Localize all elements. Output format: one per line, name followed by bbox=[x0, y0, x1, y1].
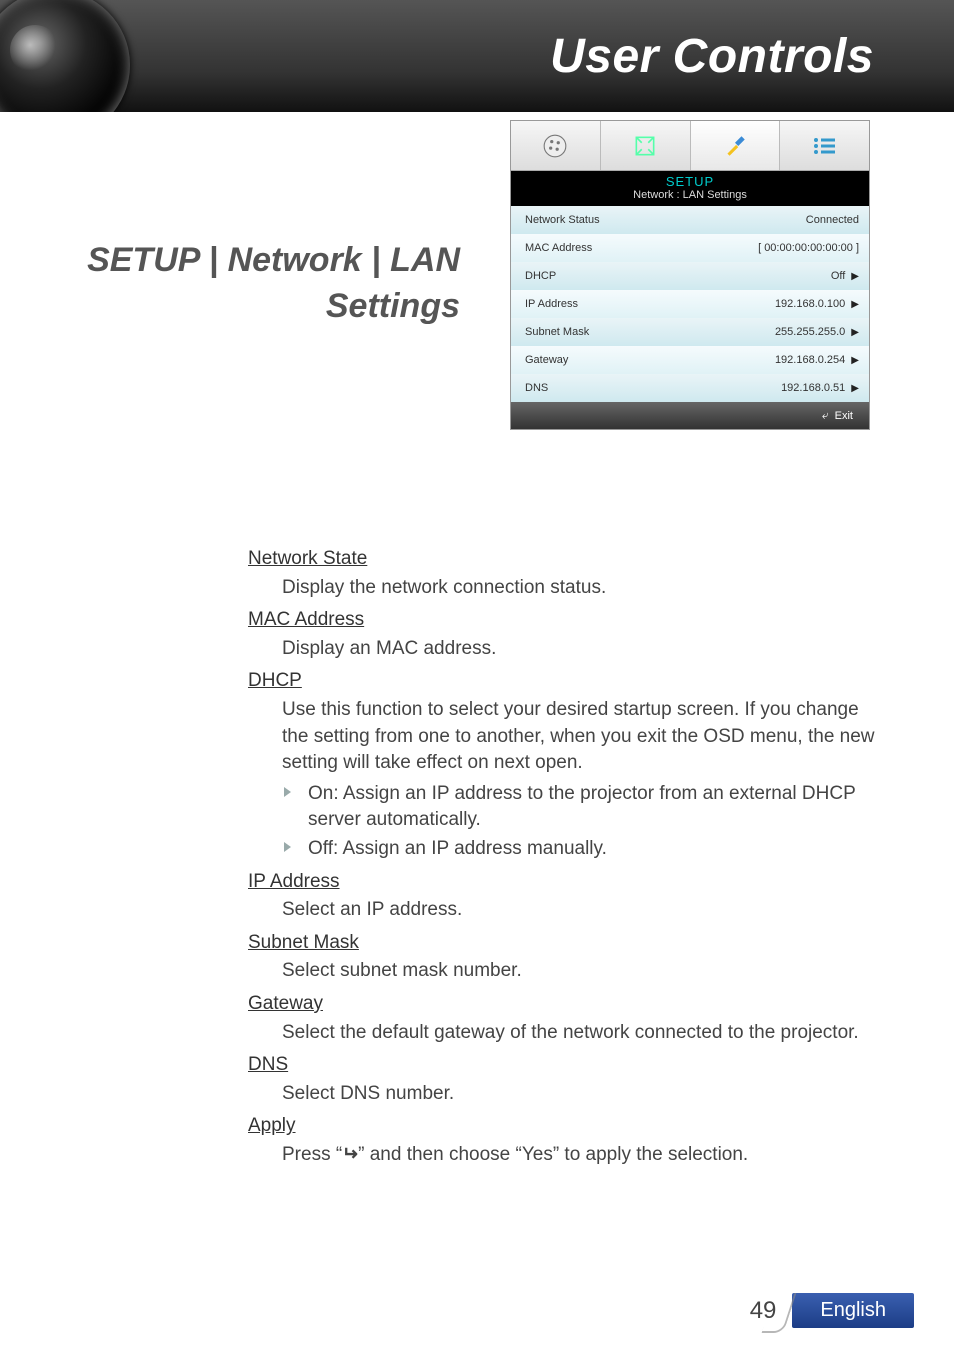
osd-row-label: Subnet Mask bbox=[525, 326, 589, 338]
osd-row-label: IP Address bbox=[525, 298, 578, 310]
osd-footer: ⤶ Exit bbox=[511, 402, 869, 429]
osd-row-label: DNS bbox=[525, 382, 548, 394]
osd-row-value: 192.168.0.51▶ bbox=[781, 382, 859, 394]
page-number: 49 bbox=[750, 1297, 783, 1325]
body-paragraph: Display an MAC address. bbox=[282, 636, 888, 663]
page-header: User Controls bbox=[0, 0, 954, 112]
osd-subtitle: Network : LAN Settings bbox=[511, 189, 869, 201]
osd-exit-label[interactable]: Exit bbox=[835, 410, 853, 422]
chevron-right-icon: ▶ bbox=[851, 299, 859, 310]
osd-title-bar: SETUP Network : LAN Settings bbox=[511, 171, 869, 206]
osd-row-label: Network Status bbox=[525, 214, 600, 226]
body-heading: MAC Address bbox=[248, 607, 888, 634]
osd-row: MAC Address [ 00:00:00:00:00:00 ] bbox=[511, 234, 869, 262]
expand-icon bbox=[630, 131, 660, 161]
body-heading: DHCP bbox=[248, 668, 888, 695]
osd-tab-setup[interactable] bbox=[691, 121, 781, 170]
body-paragraph: Select subnet mask number. bbox=[282, 958, 888, 985]
enter-icon: ↵ bbox=[342, 1142, 358, 1169]
osd-row[interactable]: Subnet Mask 255.255.255.0▶ bbox=[511, 318, 869, 346]
body-text: Network StateDisplay the network connect… bbox=[248, 540, 888, 1172]
osd-title: SETUP bbox=[511, 174, 869, 189]
osd-tab-picture[interactable] bbox=[511, 121, 601, 170]
body-heading: DNS bbox=[248, 1052, 888, 1079]
body-paragraph: Select DNS number. bbox=[282, 1081, 888, 1108]
header-title: User Controls bbox=[550, 29, 874, 84]
osd-tab-display[interactable] bbox=[601, 121, 691, 170]
chevron-right-icon: ▶ bbox=[851, 355, 859, 366]
body-list-item: Off: Assign an IP address manually. bbox=[282, 836, 888, 863]
body-heading: Gateway bbox=[248, 991, 888, 1018]
options-icon bbox=[810, 131, 840, 161]
body-paragraph: Display the network connection status. bbox=[282, 575, 888, 602]
osd-row-value: 192.168.0.100▶ bbox=[775, 298, 859, 310]
osd-row-label: Gateway bbox=[525, 354, 568, 366]
body-heading: Apply bbox=[248, 1113, 888, 1140]
osd-row-value: [ 00:00:00:00:00:00 ] bbox=[758, 242, 859, 254]
body-paragraph: Use this function to select your desired… bbox=[282, 697, 888, 777]
osd-row: Network Status Connected bbox=[511, 206, 869, 234]
chevron-right-icon: ▶ bbox=[851, 327, 859, 338]
section-heading: SETUP | Network | LAN Settings bbox=[0, 238, 460, 330]
osd-row[interactable]: DHCP Off▶ bbox=[511, 262, 869, 290]
osd-tab-options[interactable] bbox=[780, 121, 869, 170]
osd-row-value: Connected bbox=[806, 214, 859, 226]
body-paragraph: Select an IP address. bbox=[282, 897, 888, 924]
osd-rows: Network Status Connected MAC Address [ 00:0… bbox=[511, 206, 869, 402]
osd-row-label: MAC Address bbox=[525, 242, 592, 254]
body-paragraph: Select the default gateway of the networ… bbox=[282, 1020, 888, 1047]
body-paragraph: Press “↵” and then choose “Yes” to apply… bbox=[282, 1142, 888, 1169]
body-heading: IP Address bbox=[248, 869, 888, 896]
chevron-right-icon: ▶ bbox=[851, 271, 859, 282]
return-arrow-icon: ⤶ bbox=[822, 408, 829, 422]
osd-row-value: 192.168.0.254▶ bbox=[775, 354, 859, 366]
body-heading: Subnet Mask bbox=[248, 930, 888, 957]
osd-row-value: Off▶ bbox=[831, 270, 859, 282]
osd-row[interactable]: DNS 192.168.0.51▶ bbox=[511, 374, 869, 402]
osd-row[interactable]: Gateway 192.168.0.254▶ bbox=[511, 346, 869, 374]
chevron-right-icon: ▶ bbox=[851, 383, 859, 394]
osd-row-value: 255.255.255.0▶ bbox=[775, 326, 859, 338]
tools-icon bbox=[720, 131, 750, 161]
palette-icon bbox=[540, 131, 570, 161]
osd-row-label: DHCP bbox=[525, 270, 556, 282]
body-heading: Network State bbox=[248, 546, 888, 573]
lens-graphic bbox=[0, 0, 130, 112]
language-pill: English bbox=[792, 1293, 914, 1328]
body-list-item: On: Assign an IP address to the projecto… bbox=[282, 781, 888, 834]
page-footer: 49 English bbox=[750, 1293, 914, 1328]
osd-row[interactable]: IP Address 192.168.0.100▶ bbox=[511, 290, 869, 318]
body-list: On: Assign an IP address to the projecto… bbox=[282, 781, 888, 863]
osd-panel: SETUP Network : LAN Settings Network Sta… bbox=[510, 120, 870, 430]
osd-tab-bar bbox=[511, 121, 869, 171]
